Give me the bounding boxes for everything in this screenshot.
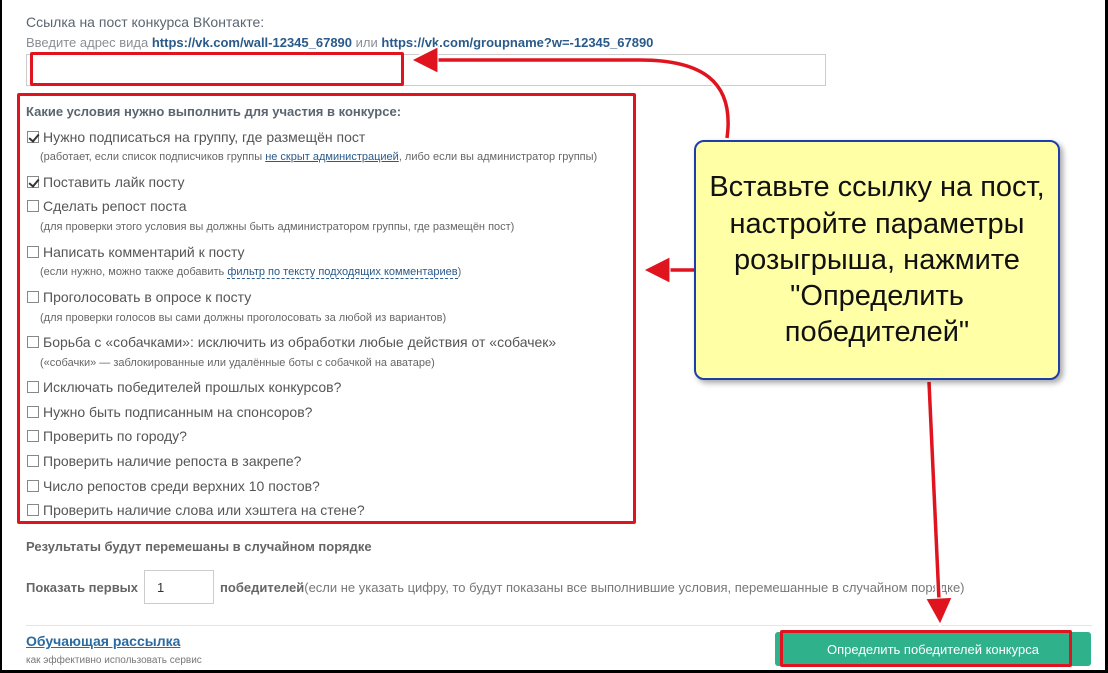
condition-note-comment: (если нужно, можно также добавить фильтр… <box>40 266 462 279</box>
results-shuffle-note: Результаты будут перемешаны в случайном … <box>26 539 372 554</box>
show-first-label: Показать первых <box>26 579 139 595</box>
condition-dogs[interactable]: Борьба с «собачками»: исключить из обраб… <box>27 334 556 350</box>
mailing-subtitle: как эффективно использовать сервис <box>26 655 202 666</box>
winners-label: победителей <box>220 579 305 595</box>
checkbox-like[interactable] <box>27 176 39 188</box>
footer-divider <box>26 625 1092 626</box>
condition-pinned-repost[interactable]: Проверить наличие репоста в закрепе? <box>27 453 301 469</box>
note-text: (если нужно, можно также добавить <box>40 266 228 278</box>
checkbox-subscribe[interactable] <box>27 131 39 143</box>
url-hint-example-1: https://vk.com/wall-12345_67890 <box>151 35 353 50</box>
checkbox-city[interactable] <box>27 430 39 442</box>
url-input-highlight <box>30 52 404 86</box>
comment-filter-link[interactable]: фильтр по тексту подходящих комментариев <box>227 266 458 279</box>
checkbox-dogs[interactable] <box>27 336 39 348</box>
condition-poll[interactable]: Проголосовать в опросе к посту <box>27 289 251 305</box>
winners-hint: (если не указать цифру, то будут показан… <box>304 579 965 595</box>
url-hint-prefix: Введите адрес вида <box>26 35 152 50</box>
checkbox-hashtag[interactable] <box>27 504 39 516</box>
url-field-label: Ссылка на пост конкурса ВКонтакте: <box>26 14 265 30</box>
winners-count-input[interactable]: 1 <box>144 570 215 604</box>
mailing-link[interactable]: Обучающая рассылка <box>26 633 180 649</box>
condition-exclude-past-winners[interactable]: Исключать победителей прошлых конкурсов? <box>27 379 341 395</box>
checkbox-comment[interactable] <box>27 246 39 258</box>
condition-label: Проверить по городу? <box>43 428 187 444</box>
condition-label: Сделать репост поста <box>43 198 187 214</box>
condition-like[interactable]: Поставить лайк посту <box>27 174 184 190</box>
checkbox-pinned-repost[interactable] <box>27 455 39 467</box>
condition-label: Написать комментарий к посту <box>43 244 245 260</box>
checkbox-top-reposts[interactable] <box>27 480 39 492</box>
condition-hashtag[interactable]: Проверить наличие слова или хэштега на с… <box>27 502 365 518</box>
callout-text: Вставьте ссылку на пост, настройте парам… <box>709 171 1045 349</box>
instruction-callout: Вставьте ссылку на пост, настройте парам… <box>694 140 1060 380</box>
condition-note-dogs: («собачки» — заблокированные или удалённ… <box>40 357 435 369</box>
note-text: ) <box>457 266 462 278</box>
condition-note-poll: (для проверки голосов вы сами должны про… <box>40 312 447 324</box>
url-hint-example-2: https://vk.com/groupname?w=-12345_67890 <box>381 35 654 50</box>
checkbox-repost[interactable] <box>27 200 39 212</box>
url-hint-or: или <box>352 35 382 50</box>
show-first-row: Показать первых 1 победителей (если не у… <box>26 570 965 604</box>
conditions-title: Какие условия нужно выполнить для участи… <box>26 104 402 119</box>
condition-label: Проголосовать в опросе к посту <box>43 289 252 305</box>
condition-note-subscribe: (работает, если список подписчиков групп… <box>40 151 597 163</box>
condition-note-repost: (для проверки этого условия вы должны бы… <box>40 221 515 233</box>
hidden-admin-link[interactable]: не скрыт администрацией <box>265 151 399 163</box>
condition-label: Нужно подписаться на группу, где размещё… <box>43 129 366 145</box>
condition-label: Борьба с «собачками»: исключить из обраб… <box>43 334 557 350</box>
note-text: (работает, если список подписчиков групп… <box>40 151 266 163</box>
checkbox-sponsors[interactable] <box>27 406 39 418</box>
checkbox-poll[interactable] <box>27 291 39 303</box>
condition-sponsors[interactable]: Нужно быть подписанным на спонсоров? <box>27 404 312 420</box>
checkbox-exclude-past-winners[interactable] <box>27 381 39 393</box>
condition-comment[interactable]: Написать комментарий к посту <box>27 244 245 260</box>
condition-label: Нужно быть подписанным на спонсоров? <box>43 404 313 420</box>
condition-label: Проверить наличие репоста в закрепе? <box>43 453 302 469</box>
submit-highlight <box>780 630 1072 667</box>
condition-label: Проверить наличие слова или хэштега на с… <box>43 502 365 518</box>
condition-top-reposts[interactable]: Число репостов среди верхних 10 постов? <box>27 478 320 494</box>
condition-city[interactable]: Проверить по городу? <box>27 428 187 444</box>
condition-subscribe[interactable]: Нужно подписаться на группу, где размещё… <box>27 129 365 145</box>
url-field-hint: Введите адрес вида https://vk.com/wall-1… <box>26 35 653 50</box>
condition-label: Исключать победителей прошлых конкурсов? <box>43 379 342 395</box>
condition-label: Поставить лайк посту <box>43 174 185 190</box>
condition-repost[interactable]: Сделать репост поста <box>27 198 187 214</box>
condition-label: Число репостов среди верхних 10 постов? <box>43 478 320 494</box>
note-text: , либо если вы администратор группы) <box>398 151 598 163</box>
